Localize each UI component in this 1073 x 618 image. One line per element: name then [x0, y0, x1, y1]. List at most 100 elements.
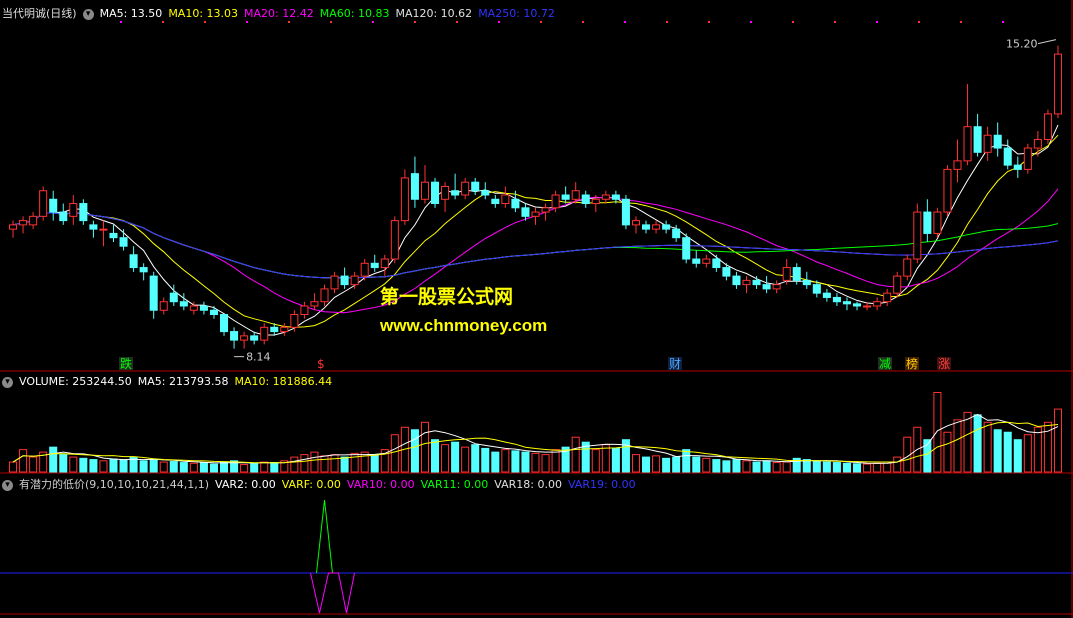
candle-body — [300, 305, 309, 316]
candle-body — [420, 181, 429, 200]
settings-circle-icon[interactable]: ▾ — [82, 8, 94, 20]
main-header: 当代明诚(日线) ▾ MA5: 13.50 MA10: 13.03 MA20: 12.4… — [2, 5, 567, 20]
top-marker-dot — [498, 21, 500, 23]
volume-label: VOLUME: 253244.50 — [19, 375, 132, 388]
event-marker-5: 涨 — [938, 356, 950, 371]
ma-label-5: MA250: 10.72 — [478, 7, 555, 20]
volume-bar — [1053, 408, 1062, 473]
volume-bar — [431, 439, 440, 473]
candle-body — [883, 292, 892, 303]
volume-bar — [69, 456, 78, 473]
volume-bar — [420, 421, 429, 473]
volume-settings-circle-icon[interactable]: ▾ — [2, 376, 13, 388]
candle-body — [873, 301, 882, 307]
volume-ma5: MA5: 213793.58 — [137, 375, 229, 388]
ma-line-10 — [12, 134, 1059, 328]
candle-body — [722, 267, 731, 277]
volume-bar — [461, 446, 470, 473]
event-marker-1: $ — [317, 357, 325, 371]
candle-body — [953, 160, 962, 170]
top-marker-dot — [288, 21, 290, 23]
candle-body — [702, 258, 711, 264]
candle-body — [99, 228, 108, 231]
candle-body — [601, 194, 610, 200]
volume-bar — [79, 457, 88, 473]
event-marker-3: 减 — [879, 357, 891, 371]
candle-body — [541, 207, 550, 213]
volume-bar — [9, 461, 18, 473]
high-arrow — [1037, 39, 1057, 45]
volume-bar — [893, 456, 902, 473]
candle-body — [732, 275, 741, 286]
volume-bar — [300, 454, 309, 473]
volume-bar — [873, 462, 882, 473]
volume-bar — [832, 462, 841, 473]
volume-bar — [702, 457, 711, 473]
volume-bar — [270, 462, 279, 473]
indicator-var-4: VAR18: 0.00 — [494, 478, 562, 491]
top-marker-dot — [330, 21, 332, 23]
volume-bar — [802, 459, 811, 473]
volume-bar — [260, 461, 269, 473]
volume-bar — [863, 463, 872, 473]
candle-body — [742, 279, 751, 286]
volume-bar — [340, 456, 349, 473]
volume-bar — [983, 421, 992, 473]
volume-bar — [722, 460, 731, 473]
top-marker-dot — [204, 21, 206, 23]
candle-body — [692, 258, 701, 264]
indicator-spike-magenta — [310, 572, 355, 614]
candle-body — [531, 211, 540, 217]
volume-bar — [631, 454, 640, 473]
volume-bar — [159, 461, 168, 473]
ma-label-2: MA20: 12.42 — [244, 7, 314, 20]
top-marker-dot — [456, 21, 458, 23]
candle-body — [410, 173, 419, 200]
indicator-var-1: VARF: 0.00 — [281, 478, 341, 491]
volume-bar — [642, 456, 651, 473]
volume-bar — [963, 411, 972, 473]
candle-body — [893, 275, 902, 294]
volume-header: ▾ VOLUME: 253244.50 MA5: 213793.58 MA10: 18… — [2, 375, 338, 389]
volume-bar — [49, 446, 58, 473]
volume-bar — [59, 454, 68, 473]
candle-body — [169, 292, 178, 303]
volume-bar — [471, 444, 480, 473]
candle-body — [461, 181, 470, 196]
volume-bar — [240, 464, 249, 473]
candle-body — [682, 237, 691, 260]
candle-body — [390, 220, 399, 260]
volume-bar — [662, 457, 671, 473]
candle-body — [330, 275, 339, 290]
volume-bar — [551, 449, 560, 473]
candle-body — [662, 224, 671, 230]
candle-body — [591, 198, 600, 205]
candle-body — [832, 296, 841, 303]
candle-body — [159, 301, 168, 311]
top-marker-dot — [540, 21, 542, 23]
candle-body — [943, 168, 952, 213]
candle-body — [350, 275, 359, 286]
volume-bar — [672, 456, 681, 473]
candle-body — [762, 284, 771, 290]
volume-bar — [742, 460, 751, 473]
candle-body — [993, 134, 1002, 149]
indicator-settings-circle-icon[interactable]: ▾ — [2, 479, 13, 491]
volume-bar — [1013, 439, 1022, 473]
volume-bar — [119, 459, 128, 473]
top-marker-dot — [372, 21, 374, 23]
candle-body — [1043, 113, 1052, 141]
candle-body — [79, 203, 88, 222]
candle-body — [59, 211, 68, 222]
high-price-label: 15.20 — [1006, 38, 1038, 51]
volume-bar — [762, 460, 771, 473]
indicator-name: 有潜力的低价(9,10,10,10,21,44,1,1) — [19, 478, 210, 491]
stock-name[interactable]: 当代明诚(日线) — [2, 7, 77, 20]
volume-bar — [501, 449, 510, 473]
volume-bar — [491, 451, 500, 473]
volume-bar — [370, 454, 379, 473]
candle-body — [481, 190, 490, 196]
candle-body — [199, 305, 208, 311]
candle-body — [471, 181, 480, 192]
candle-body — [9, 224, 18, 230]
